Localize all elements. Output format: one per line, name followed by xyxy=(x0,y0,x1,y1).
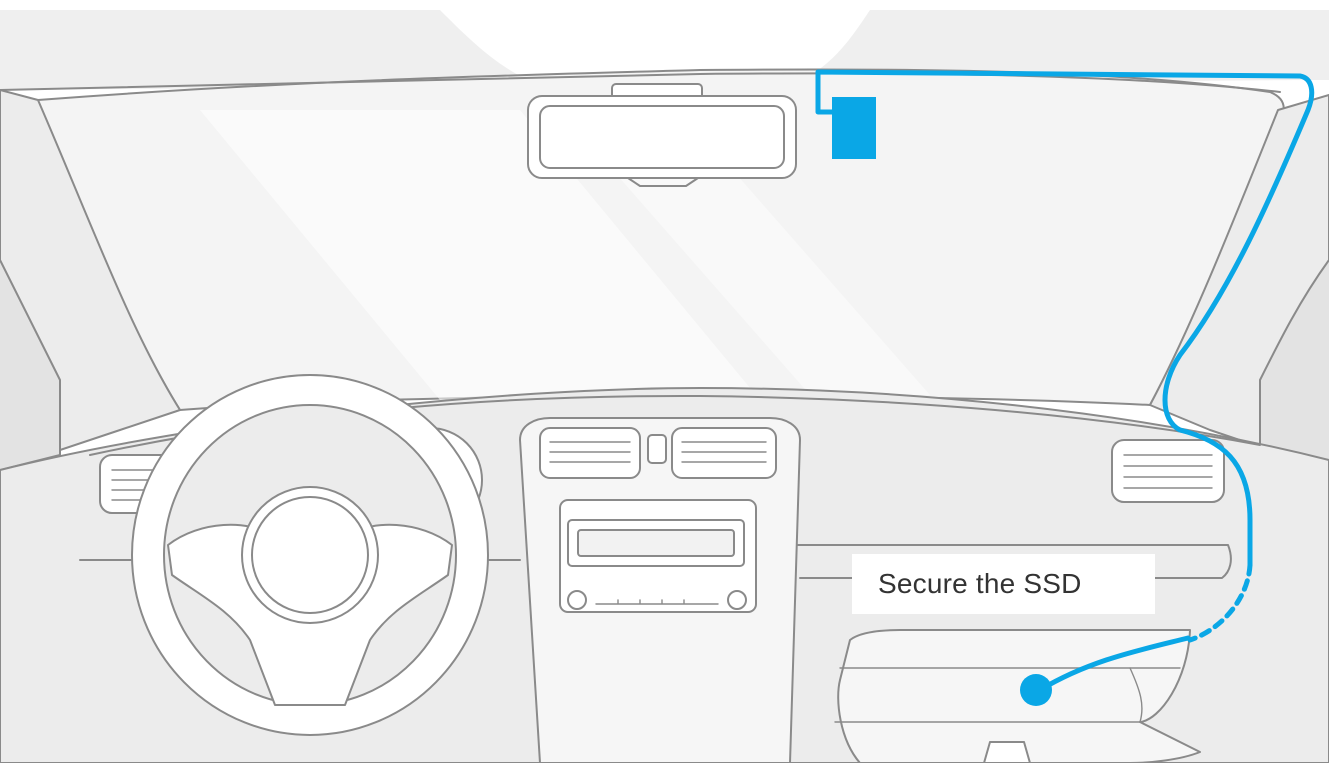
car-interior-diagram xyxy=(0,0,1329,763)
right-air-vent xyxy=(1111,439,1225,503)
callout-box: Secure the SSD xyxy=(852,554,1155,614)
glove-box-handle xyxy=(983,741,1031,763)
rear-view-mirror-icon xyxy=(527,83,797,187)
steering-wheel-icon xyxy=(131,374,489,736)
callout-label: Secure the SSD xyxy=(878,568,1082,599)
dash-camera-icon xyxy=(832,97,876,159)
hazard-button xyxy=(647,434,667,464)
ssd-mount-point-icon xyxy=(1020,674,1052,706)
radio-unit xyxy=(559,499,757,613)
